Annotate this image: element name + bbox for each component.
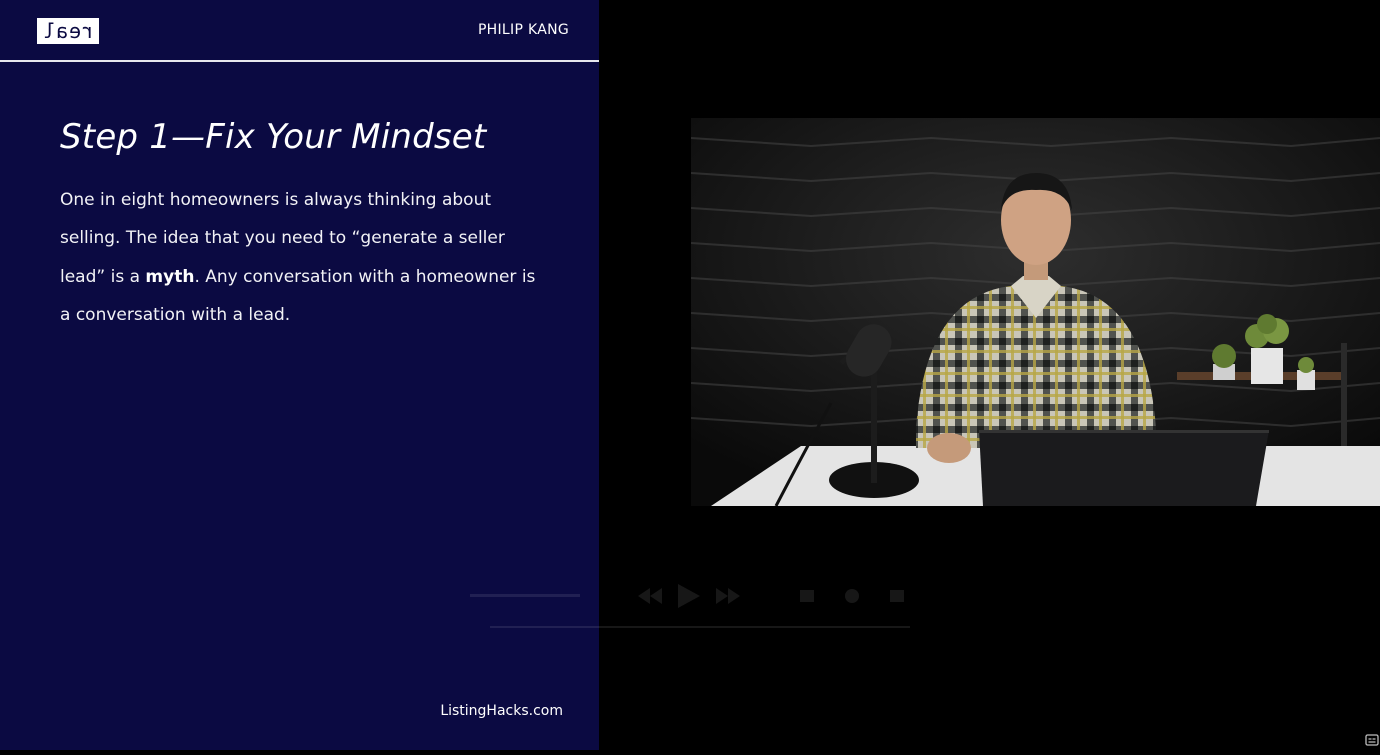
- volume-icon[interactable]: [800, 590, 814, 602]
- presentation-slide: real PHILIP KANG Step 1—Fix Your Mindset…: [0, 0, 599, 750]
- header-divider: [0, 60, 599, 62]
- presenter-name: PHILIP KANG: [477, 22, 569, 38]
- settings-icon[interactable]: [845, 589, 859, 603]
- video-frame: [691, 118, 1380, 506]
- play-icon[interactable]: [678, 584, 700, 608]
- slide-header: real PHILIP KANG: [0, 0, 599, 62]
- slide-body-text: One in eight homeowners is always thinki…: [60, 181, 550, 334]
- real-logo: real: [37, 18, 99, 44]
- slide-footer-url: ListingHacks.com: [440, 703, 563, 719]
- fast-forward-icon[interactable]: [716, 588, 728, 604]
- rewind-icon[interactable]: [650, 588, 662, 604]
- body-emphasis: myth: [145, 266, 195, 287]
- presenter-video[interactable]: [691, 118, 1380, 506]
- slide-title: Step 1—Fix Your Mindset: [60, 117, 487, 157]
- logo-text: real: [41, 19, 95, 43]
- fullscreen-icon[interactable]: [890, 590, 904, 602]
- laptop: [979, 430, 1269, 506]
- caption-toggle-icon[interactable]: [1364, 732, 1380, 748]
